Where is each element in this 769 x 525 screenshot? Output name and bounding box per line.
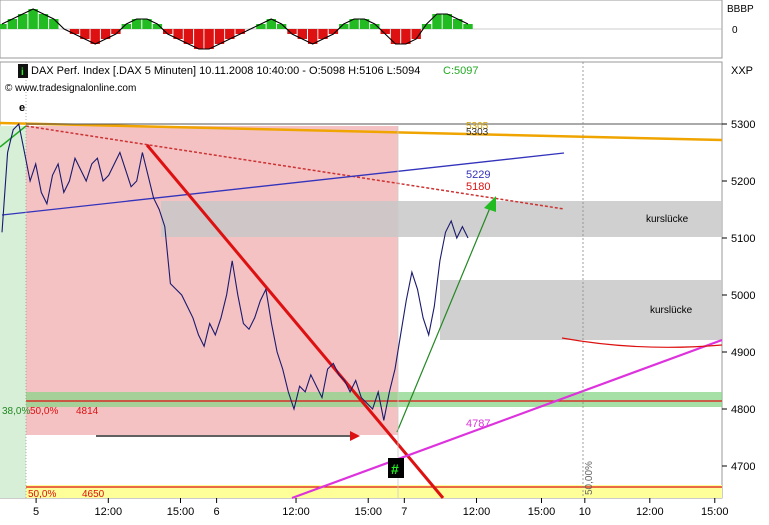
fib-label-left: 38,0% xyxy=(2,406,30,417)
label-5303: 5303 xyxy=(466,127,489,138)
oscillator-bar xyxy=(390,29,401,44)
oscillator-bar xyxy=(235,29,245,34)
axis-title: XXP xyxy=(731,65,753,77)
x-tick-label: 15:00 xyxy=(167,506,195,518)
oscillator-bar xyxy=(194,29,204,49)
x-tick-label: 10 xyxy=(579,506,591,518)
x-tick-label: 5 xyxy=(33,506,39,518)
oscillator-bar xyxy=(256,24,266,29)
gap-label-lower: kurslücke xyxy=(650,305,693,316)
oscillator-bar xyxy=(28,9,38,29)
y-tick-label: 4800 xyxy=(731,404,755,416)
x-tick-label: 12:00 xyxy=(636,506,664,518)
indicator-name: BBBP xyxy=(727,4,754,15)
x-tick-label: 12:00 xyxy=(95,506,123,518)
chart-header: DAX Perf. Index [.DAX 5 Minuten] 10.11.2… xyxy=(31,65,420,77)
label-5229: 5229 xyxy=(466,169,490,181)
bullish-zone xyxy=(0,126,26,498)
chart-window: BBBP 0 5305 5303 5229 5180 4787 kurslück… xyxy=(0,0,769,520)
oscillator-bar xyxy=(0,24,7,29)
x-tick-label: 15:00 xyxy=(701,506,729,518)
fib-label-bottom-value: 4650 xyxy=(82,489,105,500)
vertical-pct-label: 50,00% xyxy=(584,461,595,495)
oscillator-bar xyxy=(463,24,473,29)
x-tick-label: 15:00 xyxy=(354,506,382,518)
y-tick-label: 5000 xyxy=(731,290,755,302)
oscillator-bar xyxy=(432,14,442,29)
oscillator-bar xyxy=(214,29,225,44)
marker-e: e xyxy=(19,102,25,114)
oscillator-bar xyxy=(401,29,411,44)
oscillator-bar xyxy=(18,14,28,29)
fib-label-bottom: 50,0% xyxy=(28,489,56,500)
y-axis: 4700 4800 4900 5000 5100 5200 5300 xyxy=(722,119,755,473)
gap-label-upper: kurslücke xyxy=(646,214,689,225)
signal-mark: # xyxy=(391,461,399,477)
y-tick-label: 4900 xyxy=(731,347,755,359)
marker-i: i xyxy=(21,67,24,78)
fib-label-left-value: 4814 xyxy=(76,406,99,417)
y-tick-label: 5300 xyxy=(731,119,755,131)
y-tick-label: 5100 xyxy=(731,233,755,245)
oscillator-bar xyxy=(69,29,80,34)
chart-svg: BBBP 0 5305 5303 5229 5180 4787 kurslück… xyxy=(0,0,755,518)
x-tick-label: 6 xyxy=(214,506,220,518)
close-value: C:5097 xyxy=(443,65,478,77)
label-5180: 5180 xyxy=(466,181,490,193)
x-tick-label: 12:00 xyxy=(282,506,310,518)
x-axis: 5 12:00 15:00 6 12:00 15:00 7 12:00 15:00 10 12:00… xyxy=(33,498,729,518)
y-tick-label: 5200 xyxy=(731,176,755,188)
indicator-zero-label: 0 xyxy=(732,25,738,36)
gap-box-upper xyxy=(161,201,722,237)
oscillator-bar xyxy=(90,29,100,44)
x-tick-label: 12:00 xyxy=(463,506,491,518)
x-tick-label: 7 xyxy=(401,506,407,518)
oscillator-bar xyxy=(49,19,59,29)
y-tick-label: 4700 xyxy=(731,461,755,473)
oscillator-bar xyxy=(442,14,452,29)
fib-label-left-2: 50,0% xyxy=(30,406,58,417)
oscillator-bar xyxy=(308,29,318,44)
oscillator-bar xyxy=(183,29,194,44)
label-4787: 4787 xyxy=(466,418,490,430)
oscillator-bar xyxy=(38,14,49,29)
oscillator-bar xyxy=(204,29,214,49)
x-tick-label: 15:00 xyxy=(528,506,556,518)
watermark: © www.tradesignalonline.com xyxy=(5,83,136,94)
